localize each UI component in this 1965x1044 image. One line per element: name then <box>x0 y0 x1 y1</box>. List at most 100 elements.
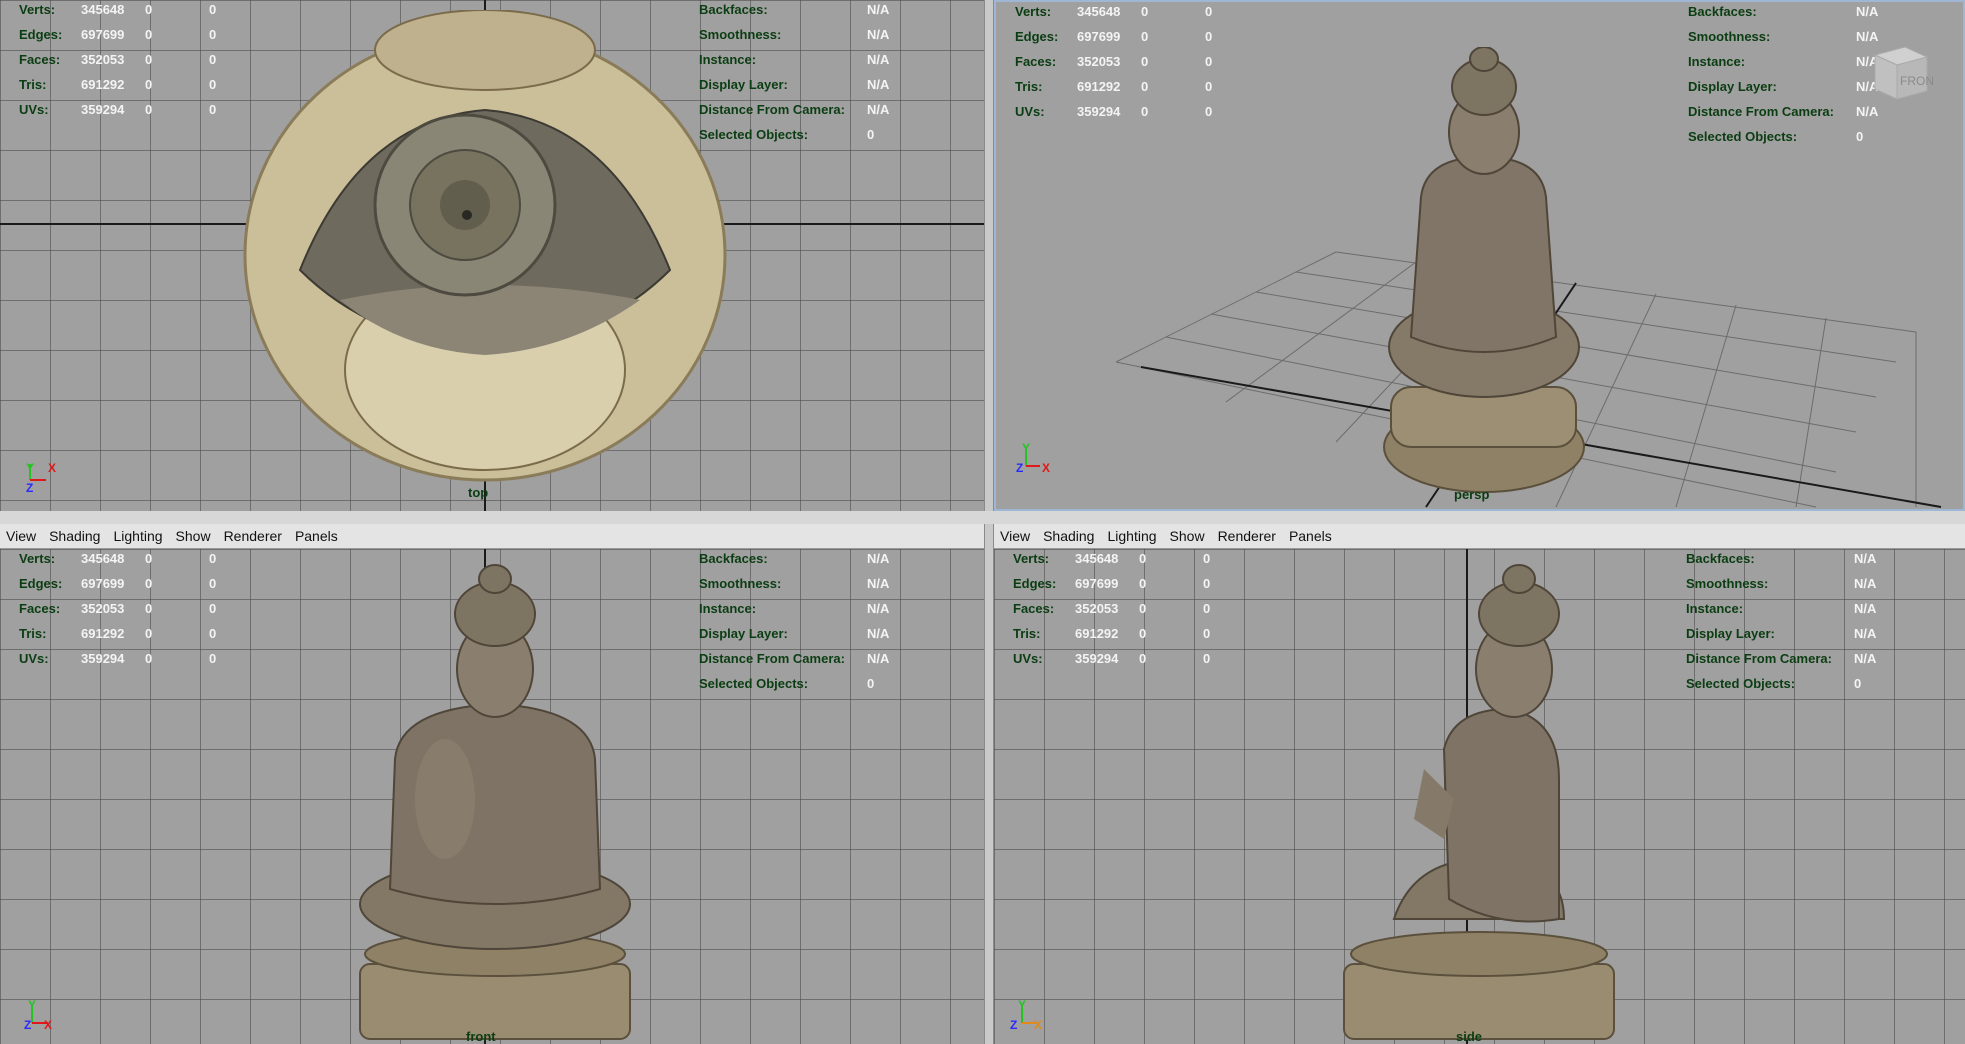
viewport-canvas-front[interactable]: Verts: 345648 0 0 Edges: 697699 0 0 Faces: 3520… <box>0 549 984 1044</box>
hud-row-backfaces: Backfaces: N/A <box>699 0 889 22</box>
hud-info: Backfaces: N/A Smoothness: N/A Instance: N/… <box>1686 546 1876 696</box>
camera-name-label: side <box>1456 1029 1483 1044</box>
hud-label: Smoothness: <box>1688 29 1771 44</box>
menu-view[interactable]: View <box>1000 528 1030 544</box>
statue-model-persp[interactable] <box>1366 47 1596 497</box>
menu-view[interactable]: View <box>6 528 36 544</box>
hud-label: Edges: <box>1015 29 1059 44</box>
hud-label: Backfaces: <box>1688 4 1757 19</box>
menu-renderer[interactable]: Renderer <box>1218 528 1276 544</box>
hud-value: 345648 <box>81 551 125 566</box>
viewport-front[interactable]: View Shading Lighting Show Renderer Pane… <box>0 524 984 1044</box>
hud-label: Verts: <box>1015 4 1052 19</box>
hud-row-selected: Selected Objects: 0 <box>699 671 889 696</box>
hud-label: Faces: <box>19 601 61 616</box>
hud-label: Faces: <box>19 52 61 67</box>
hud-label: Selected Objects: <box>1688 129 1798 144</box>
viewport-splitter-horizontal[interactable] <box>0 511 1965 524</box>
hud-label: Tris: <box>1015 79 1043 94</box>
hud-row-faces: Faces: 352053 0 0 <box>1013 596 1243 621</box>
hud-label: Tris: <box>19 77 47 92</box>
menu-shading[interactable]: Shading <box>49 528 100 544</box>
axis-gizmo-icon: Y Z X <box>1010 998 1042 1032</box>
menu-renderer[interactable]: Renderer <box>224 528 282 544</box>
hud-value: 0 <box>1203 601 1211 616</box>
hud-row-display-layer: Display Layer: N/A <box>1688 74 1878 99</box>
hud-row-tris: Tris: 691292 0 0 <box>1013 621 1243 646</box>
hud-value: 691292 <box>1075 626 1119 641</box>
menu-lighting[interactable]: Lighting <box>113 528 162 544</box>
hud-label: Selected Objects: <box>699 676 809 691</box>
hud-label: Faces: <box>1015 54 1057 69</box>
hud-row-tris: Tris: 691292 0 0 <box>1015 74 1245 99</box>
hud-row-edges: Edges: 697699 0 0 <box>19 571 249 596</box>
hud-label: Display Layer: <box>1686 626 1775 641</box>
viewport-top[interactable]: Verts: 345648 0 0 Edges: 697699 0 0 Faces: 3520… <box>0 0 984 511</box>
statue-model-front[interactable] <box>350 559 640 1044</box>
hud-row-distance: Distance From Camera: N/A <box>1688 99 1878 124</box>
hud-value: N/A <box>1854 626 1877 641</box>
hud-value: 0 <box>1205 54 1213 69</box>
view-cube-icon[interactable]: FRONT <box>1867 37 1942 103</box>
view-cube[interactable]: FRONT <box>1867 37 1942 103</box>
axis-x-label: X <box>44 1018 52 1032</box>
camera-name-label: front <box>466 1029 496 1044</box>
hud-row-distance: Distance From Camera: N/A <box>1686 646 1876 671</box>
hud-value: 0 <box>145 2 153 17</box>
hud-value: 0 <box>1856 129 1864 144</box>
menu-show[interactable]: Show <box>1170 528 1205 544</box>
viewport-persp[interactable]: Verts: 345648 0 0 Edges: 697699 0 0 Faces: 3520… <box>994 0 1965 511</box>
hud-value: 0 <box>209 576 217 591</box>
axis-indicator: Y X Z <box>22 458 62 498</box>
axis-gizmo-icon: Y Z X <box>1016 441 1050 475</box>
hud-row-smoothness: Smoothness: N/A <box>1688 24 1878 49</box>
hud-row-faces: Faces: 352053 0 0 <box>19 596 249 621</box>
hud-row-instance: Instance: N/A <box>699 47 889 72</box>
hud-label: Distance From Camera: <box>1686 651 1832 666</box>
hud-label: UVs: <box>19 651 49 666</box>
axis-gizmo-icon: Y X Z <box>26 461 56 495</box>
axis-z-label: Z <box>24 1018 31 1032</box>
hud-label: Faces: <box>1013 601 1055 616</box>
hud-label: UVs: <box>1015 104 1045 119</box>
view-cube-face-label: FRONT <box>1900 74 1933 88</box>
hud-label: Distance From Camera: <box>1688 104 1834 119</box>
menu-show[interactable]: Show <box>176 528 211 544</box>
hud-value: N/A <box>867 576 890 591</box>
hud-label: Smoothness: <box>1686 576 1769 591</box>
hud-value: 0 <box>1205 29 1213 44</box>
hud-value: N/A <box>867 551 890 566</box>
camera-name-label: persp <box>1454 487 1490 502</box>
hud-row-instance: Instance: N/A <box>699 596 889 621</box>
viewport-canvas-top[interactable]: Verts: 345648 0 0 Edges: 697699 0 0 Faces: 3520… <box>0 0 984 511</box>
hud-value: 0 <box>145 576 153 591</box>
hud-row-display-layer: Display Layer: N/A <box>699 621 889 646</box>
hud-value: N/A <box>1856 4 1879 19</box>
menu-lighting[interactable]: Lighting <box>1107 528 1156 544</box>
statue-model-side[interactable] <box>1334 559 1624 1044</box>
hud-value: 0 <box>209 601 217 616</box>
hud-value: 352053 <box>1075 601 1119 616</box>
axis-x-label: X <box>48 461 56 475</box>
menu-panels[interactable]: Panels <box>1289 528 1332 544</box>
hud-label: Backfaces: <box>699 2 768 17</box>
axis-z-label: Z <box>26 481 33 495</box>
menu-shading[interactable]: Shading <box>1043 528 1094 544</box>
hud-value: 0 <box>145 601 153 616</box>
viewport-canvas-side[interactable]: Verts: 345648 0 0 Edges: 697699 0 0 Faces: 3520… <box>994 549 1965 1044</box>
viewport-canvas-persp[interactable]: Verts: 345648 0 0 Edges: 697699 0 0 Faces: 3520… <box>996 2 1963 509</box>
hud-value: N/A <box>867 77 890 92</box>
hud-label: Edges: <box>19 27 63 42</box>
hud-row-verts: Verts: 345648 0 0 <box>19 546 249 571</box>
hud-label: Smoothness: <box>699 27 782 42</box>
menu-panels[interactable]: Panels <box>295 528 338 544</box>
hud-value: 0 <box>1205 4 1213 19</box>
viewport-side[interactable]: View Shading Lighting Show Renderer Pane… <box>994 524 1965 1044</box>
hud-value: 0 <box>209 551 217 566</box>
hud-row-tris: Tris: 691292 0 0 <box>19 621 249 646</box>
hud-row-instance: Instance: N/A <box>1688 49 1878 74</box>
hud-value: 0 <box>1141 54 1149 69</box>
hud-value: 0 <box>1854 676 1862 691</box>
statue-model-top[interactable] <box>240 10 740 500</box>
hud-value: N/A <box>867 626 890 641</box>
